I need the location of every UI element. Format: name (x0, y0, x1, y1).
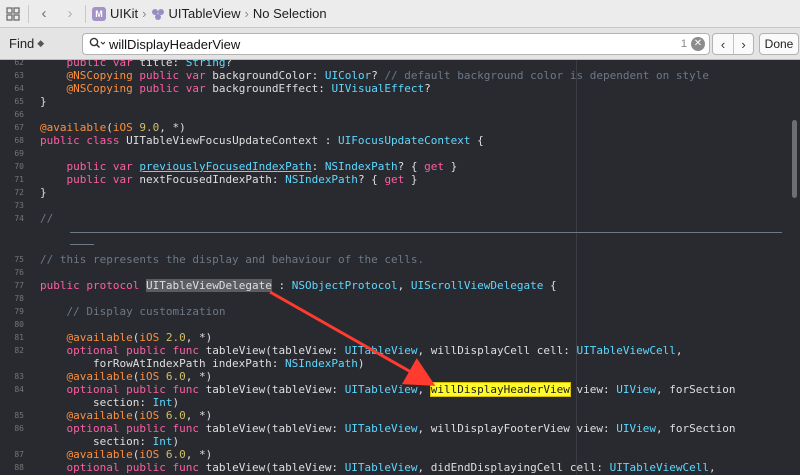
line-number: 62 (14, 60, 24, 67)
code-line: // (40, 212, 54, 225)
selected-symbol: UITableViewDelegate (145, 279, 272, 292)
line-number: 74 (14, 214, 24, 223)
breadcrumb-project[interactable]: UIKit (110, 6, 138, 21)
framework-icon: M (92, 6, 106, 21)
line-number: 87 (14, 450, 24, 459)
back-button[interactable]: ‹ (31, 0, 57, 28)
code-line: // this represents the display and behav… (40, 253, 425, 266)
breadcrumb-file[interactable]: UITableView (169, 6, 241, 21)
match-navigation: ‹ › (712, 33, 754, 55)
chevron-right-icon: › (244, 6, 249, 21)
breadcrumb: M UIKit › UITableView › No Selection (92, 6, 327, 21)
next-match-button[interactable]: › (733, 34, 753, 54)
line-number-gutter: 62 63 64 65 66 67 68 69 70 71 72 73 74 75 76 77 78 79 80 81… (0, 60, 33, 475)
line-number: 72 (14, 188, 24, 197)
source-editor[interactable]: 62 63 64 65 66 67 68 69 70 71 72 73 74 75 76 77 78 79 80 81… (0, 60, 800, 475)
line-number: 84 (14, 385, 24, 394)
forward-button[interactable]: › (57, 0, 83, 28)
swift-file-glyph (151, 8, 164, 20)
line-number: 88 (14, 463, 24, 472)
line-number: 71 (14, 175, 24, 184)
comment-divider (70, 232, 782, 233)
grid-icon[interactable] (0, 0, 26, 28)
code-line: @available(iOS 2.0, *) (66, 331, 213, 344)
line-number: 67 (14, 123, 24, 132)
code-line: section: Int) (40, 396, 180, 409)
code-line: @NSCopying public var backgroundEffect: … (66, 82, 431, 95)
code-line: @available(iOS 6.0, *) (66, 409, 213, 422)
code-line: public var title: String? (66, 60, 233, 69)
line-number: 85 (14, 411, 24, 420)
code-line: optional public func tableView(tableView… (66, 383, 736, 396)
code-line: @available(iOS 6.0, *) (66, 448, 213, 461)
code-line: // Display customization (66, 305, 226, 318)
find-mode-popup[interactable]: Find ◆ (9, 36, 69, 51)
code-line: public var nextFocusedIndexPath: NSIndex… (66, 173, 418, 186)
jump-bar-separator (85, 4, 86, 23)
code-line: optional public func tableView(tableView… (66, 461, 716, 474)
search-input[interactable] (109, 36, 669, 52)
line-number: 65 (14, 97, 24, 106)
code-line: @NSCopying public var backgroundColor: U… (66, 69, 709, 82)
code-line: } (40, 186, 47, 199)
line-number: 78 (14, 294, 24, 303)
code-line: @available(iOS 9.0, *) (40, 121, 186, 134)
line-number: 80 (14, 320, 24, 329)
jump-bar-separator (28, 4, 29, 23)
vertical-scrollbar[interactable] (792, 120, 797, 198)
previous-match-button[interactable]: ‹ (713, 34, 733, 54)
comment-divider-tail (70, 244, 94, 245)
match-count: 1 (680, 38, 687, 50)
find-mode-label: Find (9, 36, 35, 51)
line-number: 63 (14, 71, 24, 80)
line-number: 69 (14, 149, 24, 158)
line-number: 68 (14, 136, 24, 145)
line-number: 70 (14, 162, 24, 171)
line-number: 77 (14, 281, 24, 290)
line-number: 79 (14, 307, 24, 316)
line-number: 76 (14, 268, 24, 277)
line-number: 82 (14, 346, 24, 355)
code-line: optional public func tableView(tableView… (66, 422, 736, 435)
line-number: 66 (14, 110, 24, 119)
search-icon-glyph (89, 37, 106, 48)
code-line: public class UITableViewFocusUpdateConte… (40, 134, 484, 147)
clear-icon[interactable]: ✕ (691, 37, 705, 51)
breadcrumb-selection[interactable]: No Selection (253, 6, 327, 21)
chevron-right-icon: › (142, 6, 147, 21)
line-number: 64 (14, 84, 24, 93)
line-number: 83 (14, 372, 24, 381)
code-line: forRowAtIndexPath indexPath: NSIndexPath… (40, 357, 365, 370)
code-line: } (40, 95, 47, 108)
search-icon[interactable] (89, 37, 106, 52)
line-number (0, 435, 24, 448)
search-field[interactable]: 1 ✕ (82, 33, 710, 55)
code-line: public var previouslyFocusedIndexPath: N… (66, 160, 458, 173)
line-number: 73 (14, 201, 24, 210)
code-area[interactable]: public var title: String? @NSCopying pub… (40, 60, 800, 475)
line-number (0, 357, 24, 370)
code-line: optional public func tableView(tableView… (66, 344, 683, 357)
swift-file-icon (151, 7, 165, 21)
line-number: 81 (14, 333, 24, 342)
chevron-updown-icon: ◆ (37, 38, 45, 48)
code-line: @available(iOS 6.0, *) (66, 370, 213, 383)
line-number: 75 (14, 255, 24, 264)
jump-bar: ‹ › M UIKit › UITableView › No Selection (0, 0, 800, 28)
find-bar: Find ◆ 1 ✕ ‹ › Done (0, 28, 800, 60)
line-number (0, 396, 24, 409)
grid-icon-glyph (6, 6, 20, 21)
code-line: section: Int) (40, 435, 180, 448)
done-button[interactable]: Done (759, 33, 799, 55)
find-match-highlight: willDisplayHeaderView (430, 383, 570, 396)
line-number: 86 (14, 424, 24, 433)
code-line: public protocol UITableViewDelegate : NS… (40, 279, 557, 292)
